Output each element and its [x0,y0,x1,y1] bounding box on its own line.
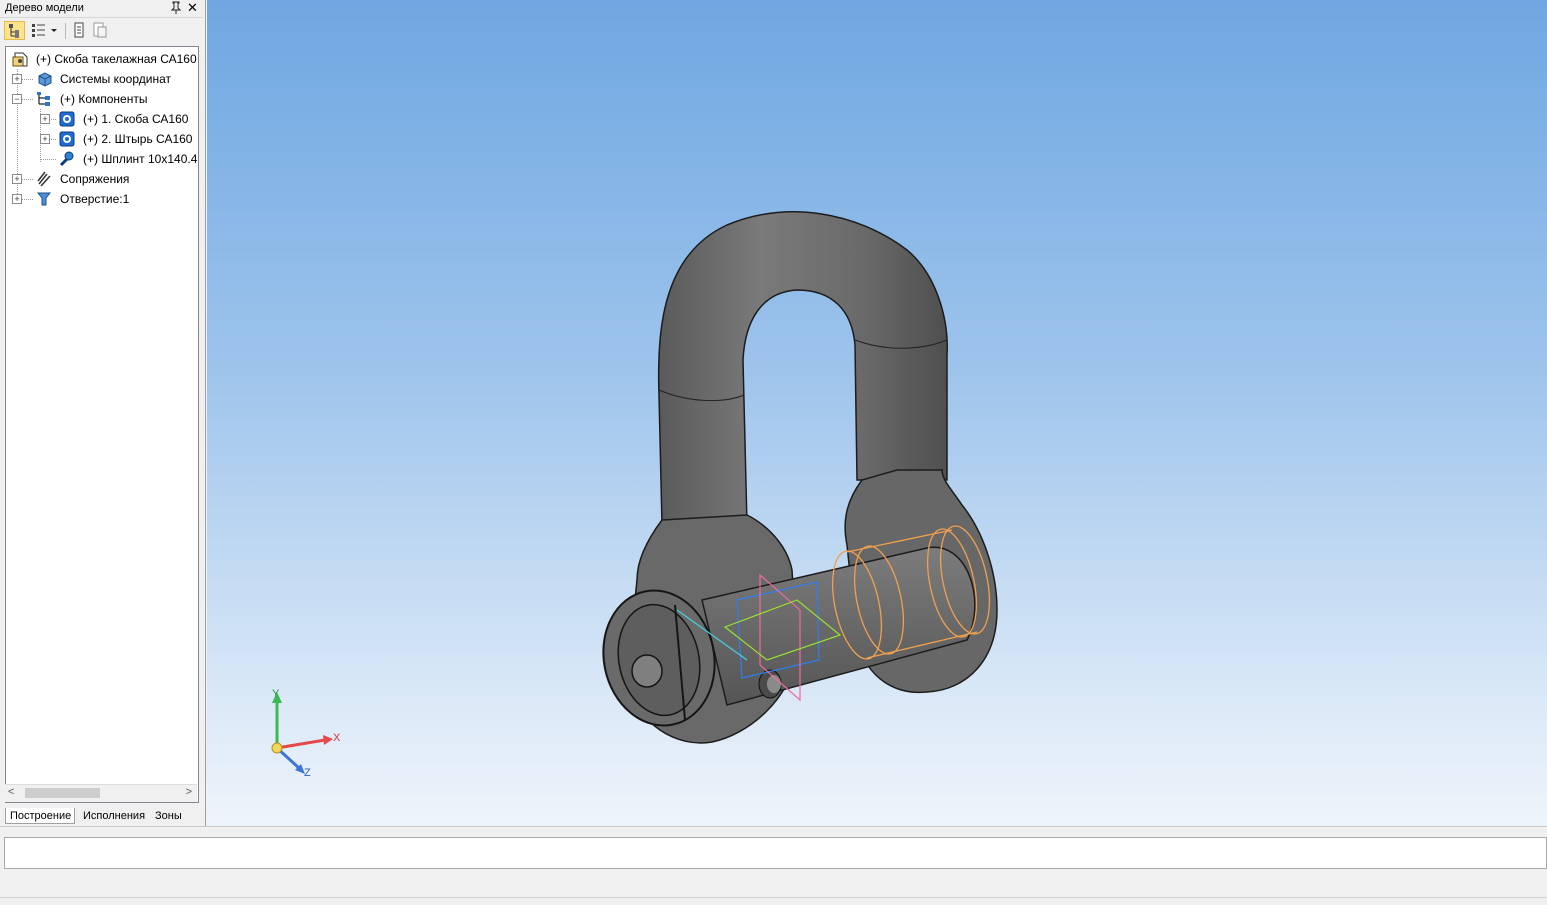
panel-tabs: Построение Исполнения Зоны [0,806,203,826]
model-tree[interactable]: (+) Скоба такелажная СА160 + Системы коо… [5,46,199,803]
axis-z-label: Z [304,767,311,779]
assembly-icon [12,52,28,67]
tree-item-components[interactable]: (+) Компоненты [6,89,196,109]
list-view-icon [32,24,57,37]
axis-triad [271,692,333,774]
tree-item-mates[interactable]: Сопряжения [6,169,196,189]
tree-item-component-3[interactable]: (+) Шплинт 10х140.4 [6,149,198,169]
tab-build[interactable]: Построение [5,808,75,824]
tree-view-dropdown[interactable] [30,21,60,40]
tree-item-label: (+) Компоненты [60,92,148,106]
close-panel-button[interactable]: ✕ [186,0,199,15]
axis-y-label: Y [272,688,280,700]
scroll-thumb[interactable] [25,788,100,798]
properties-button[interactable] [92,21,108,40]
tree-mode-button[interactable] [4,21,25,40]
document-icon [74,22,84,38]
tree-item-label: Системы координат [60,72,171,86]
tree-item-label: (+) 1. Скоба СА160 [83,112,189,126]
tree-item-label: (+) Шплинт 10х140.4 [83,152,198,166]
properties-icon [93,22,107,38]
axis-x-label: X [333,732,341,744]
coordinate-system-icon [38,72,52,87]
tab-executions[interactable]: Исполнения [79,808,147,824]
shackle-model[interactable]: Y X Z [207,0,1547,826]
tree-item-label: (+) Скоба такелажная СА160 [36,52,197,66]
standard-part-icon [59,151,74,167]
tree-item-label: Отверстие:1 [60,192,130,206]
panel-title-bar: Дерево модели ✕ [0,0,203,18]
part-icon [59,131,75,147]
tree-item-component-2[interactable]: (+) 2. Штырь СА160 [6,129,196,149]
tab-zones[interactable]: Зоны [151,808,191,824]
scroll-left-icon[interactable]: < [8,786,14,798]
property-bar[interactable] [4,837,1547,869]
tree-toolbar [0,19,203,43]
model-tree-panel: Дерево модели ✕ (+) Скоба такелажная СА1… [0,0,206,826]
part-icon [59,111,75,127]
tree-horizontal-scrollbar[interactable]: < > [5,784,197,802]
scroll-right-icon[interactable]: > [186,786,192,798]
tree-item-label: (+) 2. Штырь СА160 [83,132,193,146]
tree-item-hole[interactable]: Отверстие:1 [6,189,196,209]
toolbar-separator [65,23,66,39]
components-icon [37,92,50,106]
tree-item-coordinate-systems[interactable]: Системы координат [6,69,196,89]
document-button[interactable] [72,21,86,40]
pin-head-hole [631,654,663,688]
panel-title: Дерево модели [5,2,84,14]
tree-item-label: Сопряжения [60,172,130,186]
3d-viewport[interactable]: Y X Z [207,0,1547,826]
pin-icon[interactable] [170,1,182,15]
mate-icon [37,171,51,187]
hole-icon [36,192,52,206]
bottom-area [0,826,1547,905]
tree-item-root[interactable]: (+) Скоба такелажная СА160 [6,49,197,69]
tree-structure-icon [9,24,19,38]
tree-item-component-1[interactable]: (+) 1. Скоба СА160 [6,109,196,129]
status-bar [0,897,1547,905]
